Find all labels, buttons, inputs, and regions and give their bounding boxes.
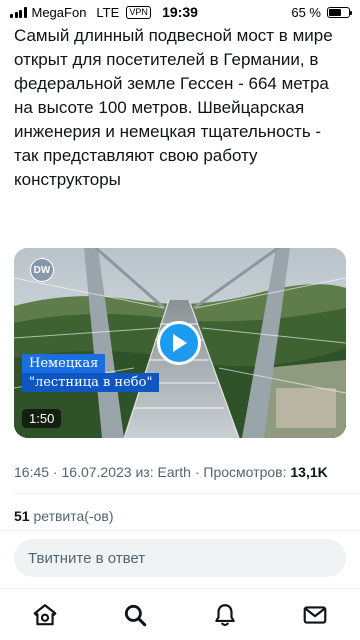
video-duration: 1:50 — [22, 409, 62, 428]
battery-percent: 65 % — [291, 4, 321, 20]
reply-bar — [0, 530, 360, 588]
divider — [14, 493, 360, 494]
video-caption: Немецкая "лестница в небо" — [22, 354, 160, 392]
retweets-label: ретвита(-ов) — [29, 508, 114, 524]
battery-icon — [327, 6, 352, 18]
reply-input[interactable] — [14, 539, 346, 577]
tweet-meta: 16:45 · 16.07.2023 из: Earth · Просмотро… — [14, 464, 354, 480]
signal-icon — [10, 6, 27, 18]
tweet-time: 16:45 — [14, 464, 50, 480]
vpn-badge: VPN — [126, 5, 151, 19]
tweet-date: 16.07.2023 — [61, 464, 132, 480]
views-count: 13,1K — [290, 464, 328, 480]
nav-notifications[interactable] — [203, 593, 247, 637]
bottom-nav — [0, 588, 360, 640]
home-icon — [33, 603, 57, 625]
nav-home[interactable] — [23, 593, 67, 637]
tweet-text: Самый длинный подвесной мост в мире откр… — [14, 26, 333, 189]
notifications-icon — [215, 603, 235, 626]
views-label: Просмотров: — [203, 464, 291, 480]
nav-messages[interactable] — [293, 593, 337, 637]
caption-line-1: Немецкая — [22, 354, 106, 373]
status-bar: MegaFon LTE VPN 19:39 65 % — [0, 0, 360, 24]
tweet-source: Earth — [157, 464, 191, 480]
retweets-count: 51 — [14, 508, 30, 524]
dw-logo: DW — [30, 258, 54, 282]
network-type: LTE — [96, 4, 120, 20]
caption-line-2: "лестница в небо" — [22, 373, 160, 392]
status-left: MegaFon LTE VPN — [10, 5, 151, 20]
battery-level — [329, 8, 342, 16]
play-icon — [173, 334, 187, 352]
search-icon — [124, 604, 147, 626]
meta-separator: · — [49, 464, 62, 480]
source-prefix: из: — [131, 464, 158, 480]
carrier-name: MegaFon — [31, 4, 87, 20]
play-button[interactable] — [157, 321, 201, 365]
nav-search[interactable] — [113, 593, 157, 637]
meta-separator: · — [190, 464, 204, 480]
tweet-video[interactable]: DW Немецкая "лестница в небо" 1:50 — [14, 248, 346, 438]
retweets-link[interactable]: 51 ретвита(-ов) — [14, 508, 114, 526]
messages-icon — [303, 605, 327, 624]
status-right: 65 % — [291, 4, 352, 20]
